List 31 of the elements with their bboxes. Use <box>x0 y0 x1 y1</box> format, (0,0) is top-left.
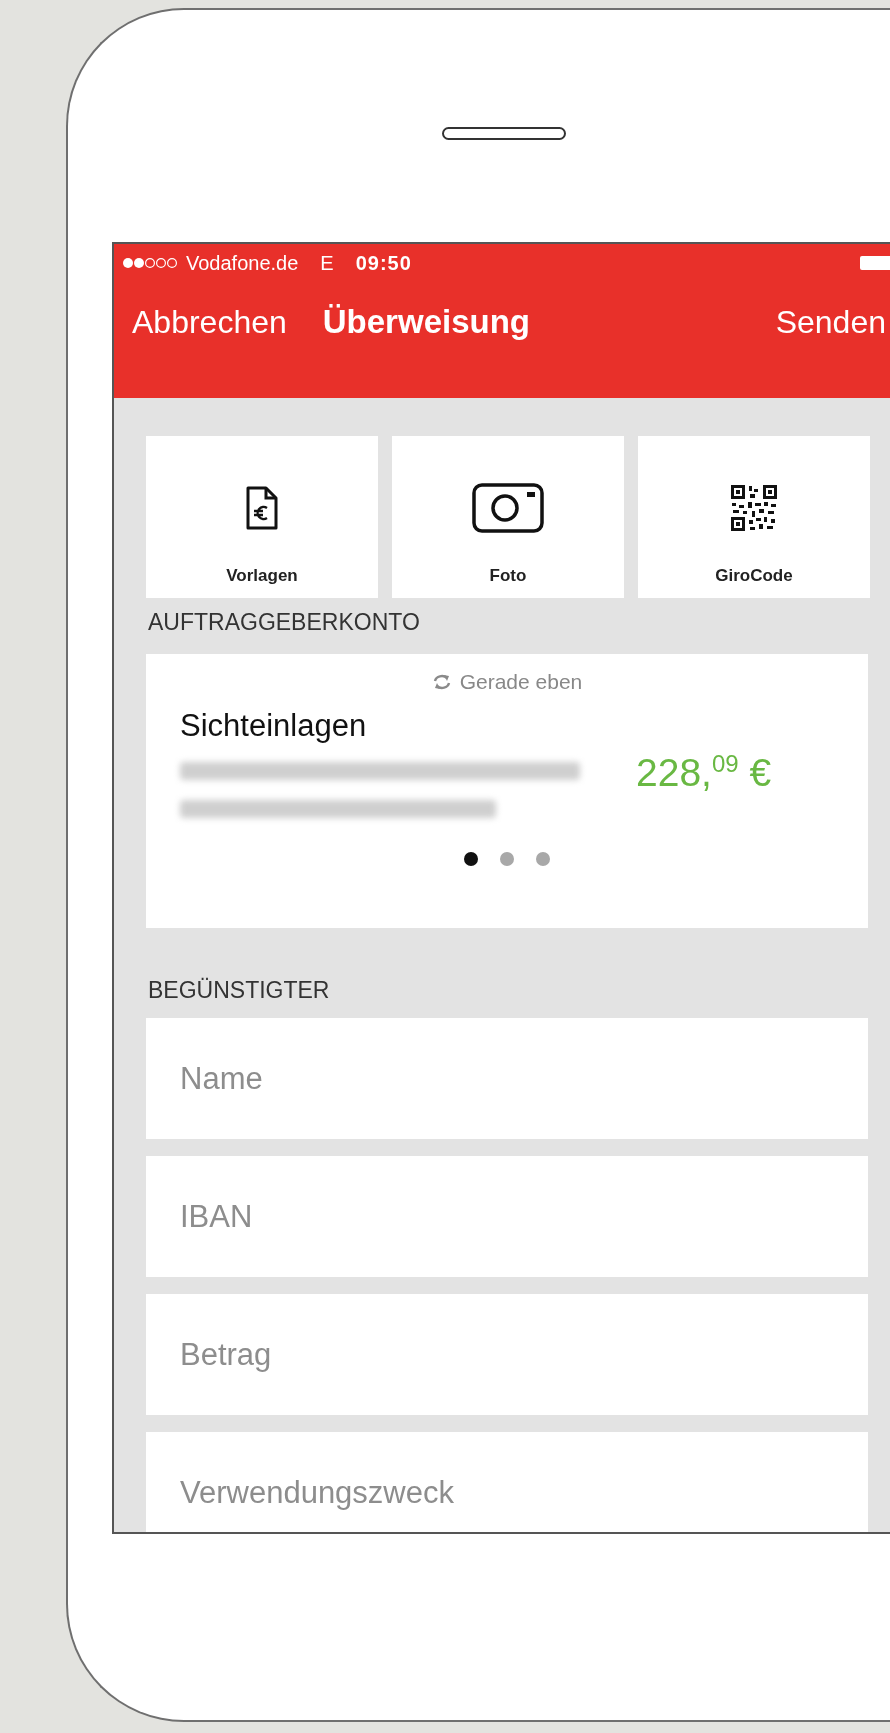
clock-time: 09:50 <box>355 251 412 275</box>
action-tile[interactable]: Foto <box>392 436 624 598</box>
section-header: BEGÜNSTIGTER <box>147 976 331 1005</box>
camera-icon <box>471 482 545 534</box>
account-card[interactable]: Gerade eben Sichteinlagen 228,$^{09}$ € <box>146 654 868 928</box>
document-euro-icon <box>245 485 279 531</box>
input-field[interactable]: Name <box>146 1018 868 1139</box>
qr-code-icon <box>731 485 777 531</box>
account-balance: 228,$^{09}$ € <box>636 750 772 796</box>
action-tile[interactable]: Vorlagen <box>146 436 378 598</box>
tile-label: GiroCode <box>715 566 793 586</box>
battery-icon <box>860 256 890 270</box>
action-tile[interactable]: GiroCode <box>638 436 870 598</box>
signal-icon <box>122 257 178 269</box>
input-field[interactable]: Betrag <box>146 1294 868 1415</box>
tile-label: Foto <box>489 566 527 586</box>
tile-label: Vorlagen <box>226 566 298 586</box>
send-button[interactable]: Senden <box>775 303 886 341</box>
page-dot[interactable] <box>536 852 550 866</box>
page-dot[interactable] <box>464 852 478 866</box>
input-field[interactable]: IBAN <box>146 1156 868 1277</box>
carrier-name: Vodafone.de <box>186 251 299 275</box>
refresh-icon <box>431 673 452 691</box>
updated-label: Gerade eben <box>459 670 583 694</box>
screen-title: Überweisung <box>322 303 530 341</box>
account-name: Sichteinlagen <box>180 708 368 744</box>
network-type: E <box>320 251 334 275</box>
input-field[interactable]: Verwendungszweck <box>146 1432 868 1532</box>
page-dot[interactable] <box>500 852 514 866</box>
section-header: AUFTRAGGEBERKONTO <box>147 608 421 637</box>
cancel-button[interactable]: Abbrechen <box>132 303 287 341</box>
